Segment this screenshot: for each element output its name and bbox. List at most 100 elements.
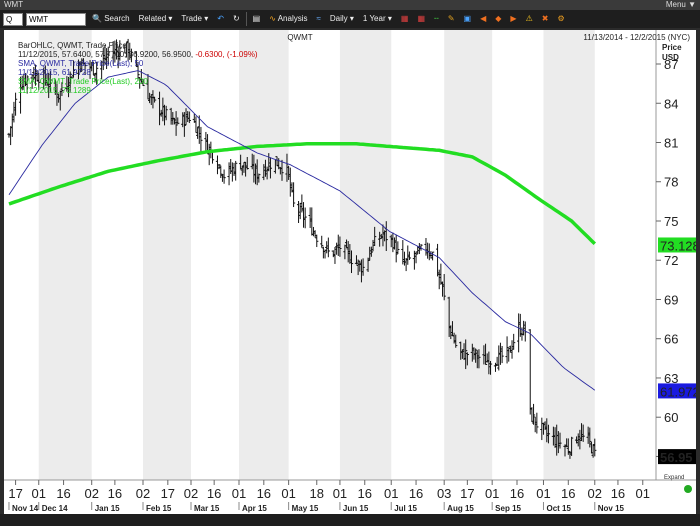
time-tick-label: 01 xyxy=(384,486,398,501)
status-indicator-icon xyxy=(684,485,692,493)
status-bar xyxy=(0,514,700,526)
legend-bar-change: -0.6300, (-1.09%) xyxy=(195,50,258,59)
related-label: Related xyxy=(138,14,167,23)
month-label: Sep 15 xyxy=(495,504,521,513)
bar-style-button[interactable]: ╌ xyxy=(431,12,442,26)
month-shade-band xyxy=(143,30,191,480)
toolbar-divider xyxy=(245,12,247,26)
time-tick-label: 02 xyxy=(136,486,150,501)
settings-button[interactable]: ⚙ xyxy=(554,12,567,26)
month-label: Feb 15 xyxy=(146,504,172,513)
legend-sma200-title: SMA, QWMT, Trade Price(Last), 200 xyxy=(18,77,148,86)
menu-caret-icon: ▼ xyxy=(688,0,696,9)
interval-caret-icon: ▾ xyxy=(349,14,354,23)
line-style-icon: ▦ xyxy=(417,14,425,23)
month-label: Aug 15 xyxy=(447,504,474,513)
legend-sma200-value: 11/12/2015, 73.1289 xyxy=(18,86,91,95)
range-caret-icon: ▾ xyxy=(387,14,392,23)
sma200-line xyxy=(8,142,597,246)
price-tick-label: 72 xyxy=(664,253,678,268)
sma200-badge-value: 73.128 xyxy=(660,238,696,253)
menu-button[interactable]: Menu ▼ xyxy=(666,0,696,10)
trade-label: Trade xyxy=(181,14,202,23)
price-chart[interactable]: QWMT 11/13/2014 - 12/2/2015 (NYC) Price … xyxy=(4,30,696,514)
overlay-icon: ≈ xyxy=(316,14,321,23)
sma50-badge-value: 61.972 xyxy=(660,384,696,399)
time-tick-label: 16 xyxy=(510,486,524,501)
draw-button[interactable]: ✎ xyxy=(445,12,458,26)
month-label: Mar 15 xyxy=(194,504,220,513)
price-tick-label: 69 xyxy=(664,292,678,307)
scroll-end-icon: ▶ xyxy=(510,14,517,23)
chart-type-icon: ▦ xyxy=(400,14,409,23)
overlay-button[interactable]: ≈ xyxy=(314,12,324,26)
month-label: Oct 15 xyxy=(546,504,571,513)
symbol-type-dropdown[interactable]: Q xyxy=(3,12,23,26)
draw-icon: ✎ xyxy=(447,14,455,23)
folder-button[interactable]: ▤ xyxy=(250,12,264,26)
range-dropdown[interactable]: 1 Year ▾ xyxy=(360,12,395,26)
month-shading xyxy=(38,30,595,480)
trade-button[interactable]: Trade ▾ xyxy=(178,12,211,26)
legend-sma50-value: 11/12/2015, 61.9728 xyxy=(18,68,91,77)
close-chart-button[interactable]: ✖ xyxy=(539,12,552,26)
alert-button[interactable]: ⚠ xyxy=(523,12,536,26)
price-tick-label: 87 xyxy=(664,57,678,72)
chart-panel: QWMT 11/13/2014 - 12/2/2015 (NYC) Price … xyxy=(4,30,696,514)
time-tick-label: 17 xyxy=(161,486,175,501)
price-tick-label: 84 xyxy=(664,96,678,111)
month-label: Nov 14 xyxy=(12,504,39,513)
scroll-start-button[interactable]: ◀ xyxy=(477,12,489,26)
related-button[interactable]: Related ▾ xyxy=(136,12,176,26)
month-label: Dec 14 xyxy=(42,504,68,513)
chart-symbol-title: QWMT xyxy=(287,33,312,42)
scroll-end-button[interactable]: ▶ xyxy=(507,12,519,26)
month-label: Jun 15 xyxy=(343,504,369,513)
search-icon: 🔍 xyxy=(92,14,102,23)
time-tick-label: 01 xyxy=(232,486,246,501)
legend-bar-values: 11/12/2015, 57.6400, 57.7700, 56.9200, 5… xyxy=(18,50,258,59)
app-window: WMT Menu ▼ Q WMT 🔍 Search Related ▾ Trad… xyxy=(0,0,700,526)
interval-label: Daily xyxy=(329,14,348,23)
time-tick-label: 16 xyxy=(561,486,575,501)
time-tick-label: 16 xyxy=(207,486,221,501)
time-tick-label: 03 xyxy=(437,486,451,501)
refresh-button[interactable]: ↻ xyxy=(230,12,243,26)
analysis-button[interactable]: ∿ Analysis xyxy=(266,12,310,26)
chart-type-button[interactable]: ▦ xyxy=(398,12,412,26)
time-tick-label: 02 xyxy=(184,486,198,501)
price-tick-label: 75 xyxy=(664,214,678,229)
time-tick-label: 01 xyxy=(281,486,295,501)
time-tick-label: 02 xyxy=(588,486,602,501)
line-style-button[interactable]: ▦ xyxy=(414,12,428,26)
time-axis[interactable]: 17 01 16 02 16 02 17 02 16 01 16 01 18 01 16 01 16 03 17 01… xyxy=(8,480,650,513)
price-tick-label: 60 xyxy=(664,410,678,425)
month-shade-band xyxy=(38,30,92,480)
close-icon: ✖ xyxy=(541,14,549,23)
time-tick-label: 02 xyxy=(84,486,98,501)
time-tick-label: 17 xyxy=(460,486,474,501)
time-tick-label: 16 xyxy=(409,486,423,501)
last-price-badge: 56.95 xyxy=(658,449,696,465)
month-label: May 15 xyxy=(292,504,319,513)
bar-style-icon: ╌ xyxy=(434,14,439,23)
time-tick-label: 01 xyxy=(333,486,347,501)
undo-button[interactable]: ↶ xyxy=(214,12,227,26)
search-label: Search xyxy=(104,14,130,23)
month-shade-band xyxy=(238,30,289,480)
indicator-button[interactable]: ▣ xyxy=(461,12,475,26)
zoom-button[interactable]: ◆ xyxy=(492,12,504,26)
interval-dropdown[interactable]: Daily ▾ xyxy=(327,12,357,26)
symbol-input[interactable]: WMT xyxy=(26,12,86,26)
time-tick-label: 01 xyxy=(536,486,550,501)
time-tick-label: 01 xyxy=(636,486,650,501)
gear-icon: ⚙ xyxy=(557,14,565,23)
search-button[interactable]: 🔍 Search xyxy=(89,12,133,26)
analysis-label: Analysis xyxy=(277,14,308,23)
month-shade-band xyxy=(543,30,595,480)
indicator-icon: ▣ xyxy=(463,14,472,23)
collapse-panel-label[interactable]: Expand xyxy=(664,475,684,481)
price-axis[interactable]: 5760636669727578818487 xyxy=(656,57,678,464)
price-tick-label: 81 xyxy=(664,136,678,151)
legend-bar-title: BarOHLC, QWMT, Trade Price xyxy=(18,41,127,50)
